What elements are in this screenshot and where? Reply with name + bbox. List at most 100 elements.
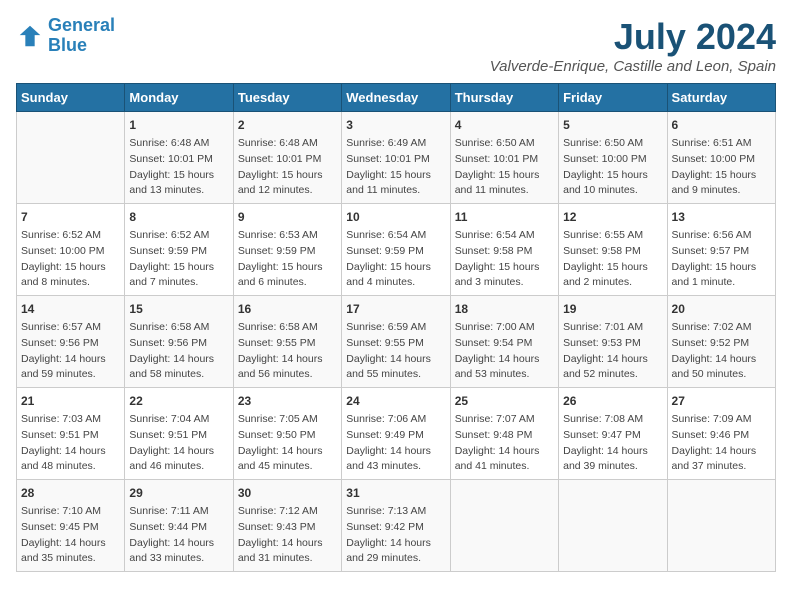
day-cell: 1 Sunrise: 6:48 AM Sunset: 10:01 PM Dayli… xyxy=(125,112,233,204)
day-number: 5 xyxy=(563,116,662,134)
day-cell: 10Sunrise: 6:54 AM Sunset: 9:59 PM Dayli… xyxy=(342,204,450,296)
logo-text: General Blue xyxy=(48,16,115,56)
day-cell: 7Sunrise: 6:52 AM Sunset: 10:00 PM Dayli… xyxy=(17,204,125,296)
day-number: 24 xyxy=(346,392,445,410)
col-header-sunday: Sunday xyxy=(17,84,125,112)
day-number: 1 xyxy=(129,116,228,134)
logo-line2: Blue xyxy=(48,35,87,55)
day-cell: 9Sunrise: 6:53 AM Sunset: 9:59 PM Daylig… xyxy=(233,204,341,296)
day-number: 28 xyxy=(21,484,120,502)
day-info: Sunrise: 6:56 AM Sunset: 9:57 PM Dayligh… xyxy=(672,228,771,291)
day-cell: 20 Sunrise: 7:02 AM Sunset: 9:52 PM Dayli… xyxy=(667,296,775,388)
calendar-table: SundayMondayTuesdayWednesdayThursdayFrid… xyxy=(16,83,776,572)
day-info: Sunrise: 7:02 AM Sunset: 9:52 PM Dayligh… xyxy=(672,320,771,383)
day-cell: 24Sunrise: 7:06 AM Sunset: 9:49 PM Dayli… xyxy=(342,388,450,480)
day-cell: 6 Sunrise: 6:51 AM Sunset: 10:00 PM Dayli… xyxy=(667,112,775,204)
day-cell: 28 Sunrise: 7:10 AM Sunset: 9:45 PM Dayli… xyxy=(17,480,125,572)
day-number: 22 xyxy=(129,392,228,410)
day-info: Sunrise: 7:13 AM Sunset: 9:42 PM Dayligh… xyxy=(346,504,445,567)
day-cell: 17 Sunrise: 6:59 AM Sunset: 9:55 PM Dayli… xyxy=(342,296,450,388)
day-cell: 13Sunrise: 6:56 AM Sunset: 9:57 PM Dayli… xyxy=(667,204,775,296)
day-cell: 19Sunrise: 7:01 AM Sunset: 9:53 PM Dayli… xyxy=(559,296,667,388)
title-area: July 2024 Valverde-Enrique, Castille and… xyxy=(490,16,776,75)
day-info: Sunrise: 6:58 AM Sunset: 9:55 PM Dayligh… xyxy=(238,320,337,383)
day-info: Sunrise: 7:11 AM Sunset: 9:44 PM Dayligh… xyxy=(129,504,228,567)
day-cell xyxy=(17,112,125,204)
day-info: Sunrise: 6:52 AM Sunset: 9:59 PM Dayligh… xyxy=(129,228,228,291)
day-info: Sunrise: 6:52 AM Sunset: 10:00 PM Daylig… xyxy=(21,228,120,291)
day-cell: 21Sunrise: 7:03 AM Sunset: 9:51 PM Dayli… xyxy=(17,388,125,480)
week-row-5: 28 Sunrise: 7:10 AM Sunset: 9:45 PM Dayli… xyxy=(17,480,776,572)
day-cell: 14Sunrise: 6:57 AM Sunset: 9:56 PM Dayli… xyxy=(17,296,125,388)
day-cell: 27 Sunrise: 7:09 AM Sunset: 9:46 PM Dayli… xyxy=(667,388,775,480)
day-cell: 8 Sunrise: 6:52 AM Sunset: 9:59 PM Daylig… xyxy=(125,204,233,296)
page-header: General Blue July 2024 Valverde-Enrique,… xyxy=(16,16,776,75)
day-number: 21 xyxy=(21,392,120,410)
logo-line1: General xyxy=(48,15,115,35)
col-header-friday: Friday xyxy=(559,84,667,112)
week-row-4: 21Sunrise: 7:03 AM Sunset: 9:51 PM Dayli… xyxy=(17,388,776,480)
day-info: Sunrise: 6:59 AM Sunset: 9:55 PM Dayligh… xyxy=(346,320,445,383)
day-number: 12 xyxy=(563,208,662,226)
day-cell: 15 Sunrise: 6:58 AM Sunset: 9:56 PM Dayli… xyxy=(125,296,233,388)
day-number: 4 xyxy=(455,116,554,134)
day-cell: 30 Sunrise: 7:12 AM Sunset: 9:43 PM Dayli… xyxy=(233,480,341,572)
day-cell: 23Sunrise: 7:05 AM Sunset: 9:50 PM Dayli… xyxy=(233,388,341,480)
day-cell: 16 Sunrise: 6:58 AM Sunset: 9:55 PM Dayli… xyxy=(233,296,341,388)
day-cell: 29 Sunrise: 7:11 AM Sunset: 9:44 PM Dayli… xyxy=(125,480,233,572)
day-number: 20 xyxy=(672,300,771,318)
day-number: 15 xyxy=(129,300,228,318)
week-row-3: 14Sunrise: 6:57 AM Sunset: 9:56 PM Dayli… xyxy=(17,296,776,388)
col-header-saturday: Saturday xyxy=(667,84,775,112)
day-number: 25 xyxy=(455,392,554,410)
day-info: Sunrise: 7:10 AM Sunset: 9:45 PM Dayligh… xyxy=(21,504,120,567)
day-info: Sunrise: 6:48 AM Sunset: 10:01 PM Daylig… xyxy=(238,136,337,199)
day-number: 11 xyxy=(455,208,554,226)
day-number: 3 xyxy=(346,116,445,134)
day-cell: 12 Sunrise: 6:55 AM Sunset: 9:58 PM Dayli… xyxy=(559,204,667,296)
day-cell: 25 Sunrise: 7:07 AM Sunset: 9:48 PM Dayli… xyxy=(450,388,558,480)
week-row-1: 1 Sunrise: 6:48 AM Sunset: 10:01 PM Dayli… xyxy=(17,112,776,204)
day-info: Sunrise: 7:00 AM Sunset: 9:54 PM Dayligh… xyxy=(455,320,554,383)
day-info: Sunrise: 7:12 AM Sunset: 9:43 PM Dayligh… xyxy=(238,504,337,567)
day-number: 31 xyxy=(346,484,445,502)
day-number: 23 xyxy=(238,392,337,410)
day-info: Sunrise: 6:57 AM Sunset: 9:56 PM Dayligh… xyxy=(21,320,120,383)
day-info: Sunrise: 6:51 AM Sunset: 10:00 PM Daylig… xyxy=(672,136,771,199)
day-info: Sunrise: 6:54 AM Sunset: 9:58 PM Dayligh… xyxy=(455,228,554,291)
day-number: 9 xyxy=(238,208,337,226)
calendar-title: July 2024 xyxy=(490,16,776,58)
col-header-thursday: Thursday xyxy=(450,84,558,112)
day-info: Sunrise: 6:58 AM Sunset: 9:56 PM Dayligh… xyxy=(129,320,228,383)
day-cell: 22 Sunrise: 7:04 AM Sunset: 9:51 PM Dayli… xyxy=(125,388,233,480)
day-number: 30 xyxy=(238,484,337,502)
day-info: Sunrise: 6:55 AM Sunset: 9:58 PM Dayligh… xyxy=(563,228,662,291)
day-number: 26 xyxy=(563,392,662,410)
day-info: Sunrise: 7:09 AM Sunset: 9:46 PM Dayligh… xyxy=(672,412,771,475)
logo: General Blue xyxy=(16,16,115,56)
day-number: 2 xyxy=(238,116,337,134)
day-number: 27 xyxy=(672,392,771,410)
day-cell: 31 Sunrise: 7:13 AM Sunset: 9:42 PM Dayli… xyxy=(342,480,450,572)
day-info: Sunrise: 7:07 AM Sunset: 9:48 PM Dayligh… xyxy=(455,412,554,475)
day-cell xyxy=(450,480,558,572)
day-number: 6 xyxy=(672,116,771,134)
logo-icon xyxy=(16,22,44,50)
day-info: Sunrise: 6:50 AM Sunset: 10:01 PM Daylig… xyxy=(455,136,554,199)
col-header-monday: Monday xyxy=(125,84,233,112)
day-info: Sunrise: 7:04 AM Sunset: 9:51 PM Dayligh… xyxy=(129,412,228,475)
day-cell: 18 Sunrise: 7:00 AM Sunset: 9:54 PM Dayli… xyxy=(450,296,558,388)
day-cell: 3Sunrise: 6:49 AM Sunset: 10:01 PM Dayli… xyxy=(342,112,450,204)
day-number: 18 xyxy=(455,300,554,318)
day-number: 17 xyxy=(346,300,445,318)
day-number: 8 xyxy=(129,208,228,226)
day-info: Sunrise: 6:50 AM Sunset: 10:00 PM Daylig… xyxy=(563,136,662,199)
day-number: 16 xyxy=(238,300,337,318)
day-info: Sunrise: 7:08 AM Sunset: 9:47 PM Dayligh… xyxy=(563,412,662,475)
day-info: Sunrise: 7:01 AM Sunset: 9:53 PM Dayligh… xyxy=(563,320,662,383)
calendar-subtitle: Valverde-Enrique, Castille and Leon, Spa… xyxy=(490,58,776,75)
day-cell xyxy=(667,480,775,572)
day-info: Sunrise: 6:48 AM Sunset: 10:01 PM Daylig… xyxy=(129,136,228,199)
day-cell: 26 Sunrise: 7:08 AM Sunset: 9:47 PM Dayli… xyxy=(559,388,667,480)
day-number: 29 xyxy=(129,484,228,502)
